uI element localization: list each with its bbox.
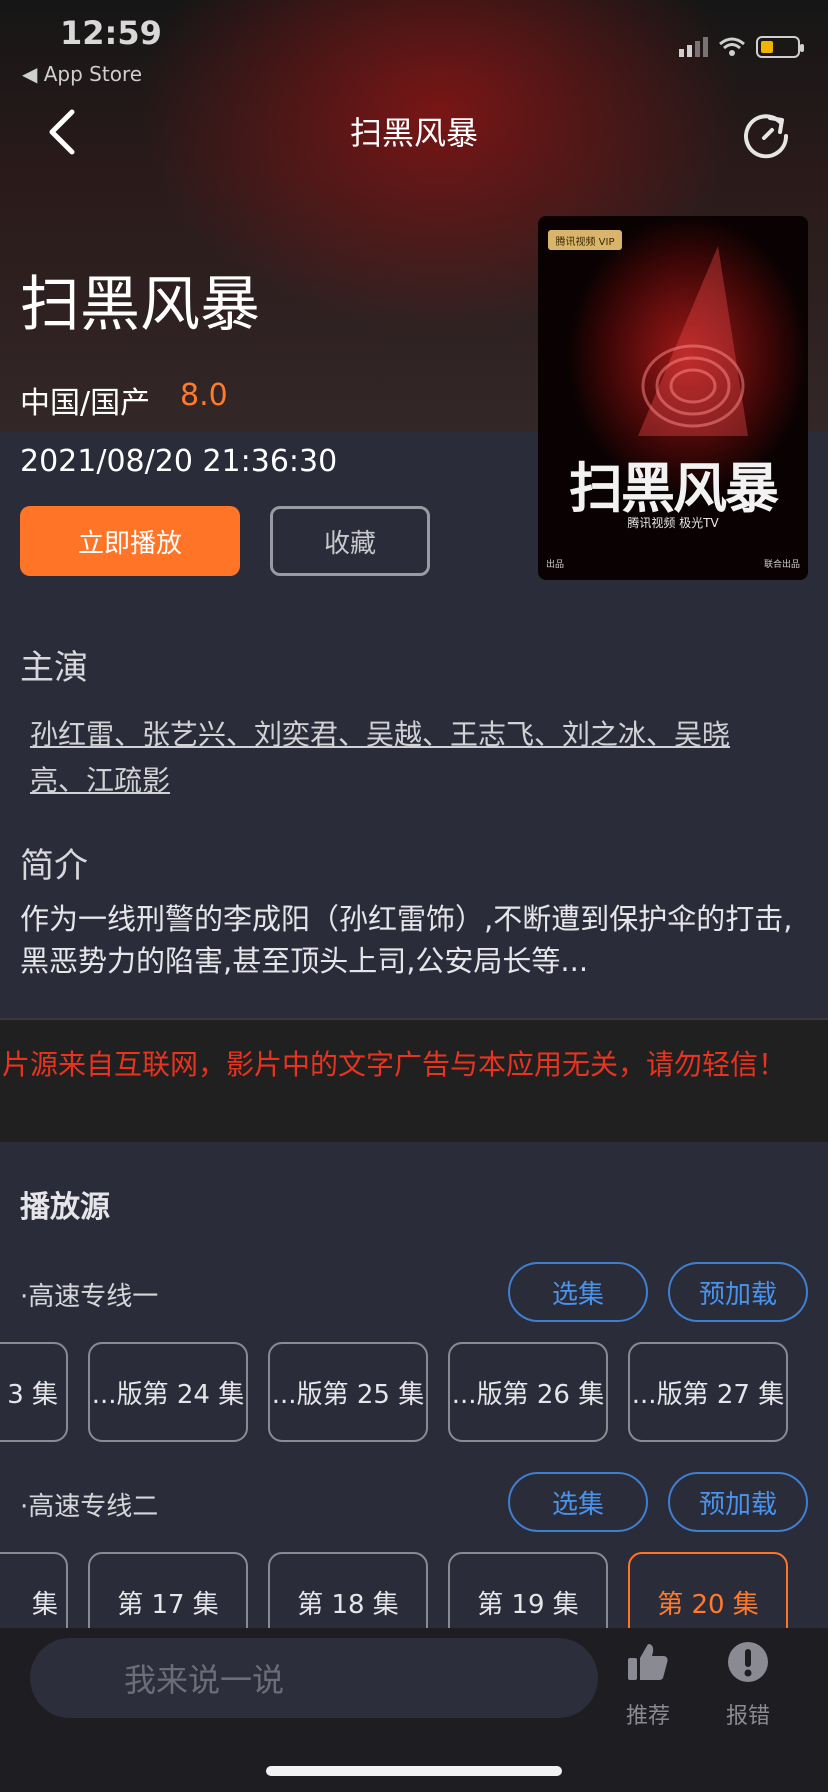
cast-heading: 主演 [20,648,88,688]
disclaimer-banner: 片源来自互联网，影片中的文字广告与本应用无关，请勿轻信！ [0,1018,828,1142]
comment-input[interactable]: 我来说一说 [30,1638,598,1718]
episode-button[interactable]: ...版第 26 集 [448,1342,608,1442]
intro-heading: 简介 [20,846,88,886]
episode-row: 3 集 ...版第 24 集 ...版第 25 集 ...版第 26 集 ...… [0,1342,828,1442]
select-episode-button[interactable]: 选集 [508,1262,648,1322]
disclaimer-text: 片源来自互联网，影片中的文字广告与本应用无关，请勿轻信！ [2,1048,787,1081]
episode-button[interactable]: 3 集 [0,1342,68,1442]
play-sources-heading: 播放源 [20,1190,110,1225]
exclamation-icon [728,1642,768,1682]
battery-icon [756,36,804,58]
poster-footer-right: 联合出品 [763,560,800,570]
movie-title: 扫黑风暴 [20,270,260,340]
refresh-icon[interactable] [740,108,792,160]
status-icons [679,36,804,58]
poster-subtitle: 腾讯视频 极光TV [627,516,719,530]
status-time: 12:59 [60,14,162,52]
source-line-label: ·高速专线二 [20,1492,159,1522]
movie-region: 中国/国产 [20,386,151,421]
report-label: 报错 [725,1704,770,1729]
preload-button[interactable]: 预加载 [668,1472,808,1532]
intro-text[interactable]: 作为一线刑警的李成阳（孙红雷饰）,不断遭到保护伞的打击,黑恶势力的陷害,甚至顶头… [20,898,800,982]
recommend-button[interactable]: 推荐 [616,1640,680,1730]
movie-date: 2021/08/20 21:36:30 [20,444,338,479]
back-icon[interactable] [40,104,84,160]
play-now-button[interactable]: 立即播放 [20,506,240,576]
wifi-icon [719,37,745,56]
home-indicator[interactable] [266,1766,562,1776]
movie-poster: 腾讯视频 VIP 扫黑风暴 腾讯视频 极光TV 出品 联合出品 [538,216,808,580]
poster-title: 扫黑风暴 [569,456,779,520]
source-line-label: ·高速专线一 [20,1282,159,1312]
report-error-button[interactable]: 报错 [716,1640,780,1730]
episode-button[interactable]: ...版第 24 集 [88,1342,248,1442]
status-back-to-app-store[interactable]: ◀ App Store [22,62,142,86]
poster-fingerprint-art [638,246,748,436]
thumbs-up-icon [628,1644,668,1680]
cellular-signal-icon [679,37,708,57]
movie-score: 8.0 [180,378,228,413]
preload-button[interactable]: 预加载 [668,1262,808,1322]
cast-list[interactable]: 孙红雷、张艺兴、刘奕君、吴越、王志飞、刘之冰、吴晓亮、江疏影 [30,712,770,804]
select-episode-button[interactable]: 选集 [508,1472,648,1532]
episode-button[interactable]: ...版第 25 集 [268,1342,428,1442]
recommend-label: 推荐 [625,1704,670,1729]
episode-button[interactable]: ...版第 27 集 [628,1342,788,1442]
favorite-button[interactable]: 收藏 [270,506,430,576]
poster-footer: 出品 联合出品 [546,557,800,570]
poster-footer-left: 出品 [546,560,565,570]
